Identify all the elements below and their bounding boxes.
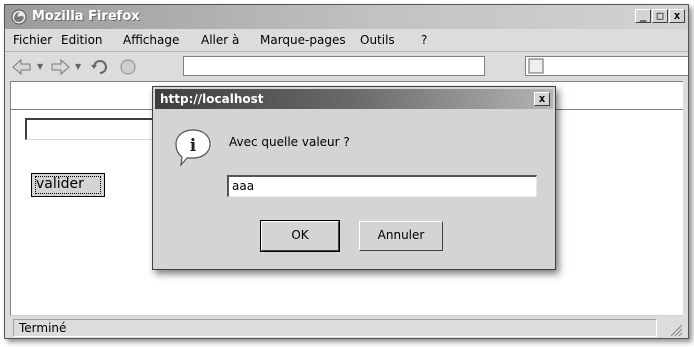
navigation-toolbar: ▼ ▼ <box>5 51 688 82</box>
valider-button[interactable]: valider <box>31 173 105 197</box>
focus-ring <box>35 176 101 194</box>
close-button[interactable]: x <box>669 9 685 23</box>
screenshot: Mozilla Firefox _ □ x Fichier Edition Af… <box>0 0 694 347</box>
stop-icon[interactable] <box>117 57 139 77</box>
info-icon: i <box>175 129 211 167</box>
minimize-button[interactable]: _ <box>635 9 651 23</box>
menu-aller[interactable]: Aller à <box>201 33 239 47</box>
back-dropdown-icon[interactable]: ▼ <box>37 62 43 71</box>
menu-marque-pages[interactable]: Marque-pages <box>260 33 346 47</box>
maximize-button[interactable]: □ <box>652 9 668 23</box>
reload-icon[interactable] <box>89 57 111 77</box>
menu-affichage[interactable]: Affichage <box>123 33 179 47</box>
status-text: Terminé <box>13 319 657 337</box>
forward-dropdown-icon[interactable]: ▼ <box>75 62 81 71</box>
forward-arrow-icon[interactable] <box>49 57 71 77</box>
title-bar: Mozilla Firefox _ □ x <box>5 5 688 29</box>
menu-help[interactable]: ? <box>421 33 427 47</box>
back-arrow-icon[interactable] <box>11 57 33 77</box>
resize-grip-icon[interactable] <box>667 321 683 337</box>
search-engine-icon[interactable] <box>528 58 544 74</box>
dialog-title: http://localhost <box>160 92 264 106</box>
ok-button[interactable]: OK <box>260 220 340 252</box>
prompt-dialog: http://localhost x i Avec quelle valeur … <box>152 86 556 270</box>
svg-text:i: i <box>190 136 197 156</box>
cancel-button[interactable]: Annuler <box>359 221 443 251</box>
dialog-value-input[interactable]: aaa <box>227 175 537 197</box>
menu-fichier[interactable]: Fichier <box>13 33 52 47</box>
dialog-title-bar: http://localhost x <box>155 89 553 109</box>
window-title: Mozilla Firefox <box>32 9 140 24</box>
firefox-icon <box>11 9 27 25</box>
menu-outils[interactable]: Outils <box>360 33 395 47</box>
dialog-close-button[interactable]: x <box>534 92 550 106</box>
menu-bar: Fichier Edition Affichage Aller à Marque… <box>5 29 688 71</box>
dialog-message: Avec quelle valeur ? <box>229 135 350 149</box>
search-bar[interactable] <box>525 56 688 76</box>
status-bar: Terminé <box>10 317 683 337</box>
menu-edition[interactable]: Edition <box>61 33 103 47</box>
url-bar[interactable] <box>183 56 485 76</box>
